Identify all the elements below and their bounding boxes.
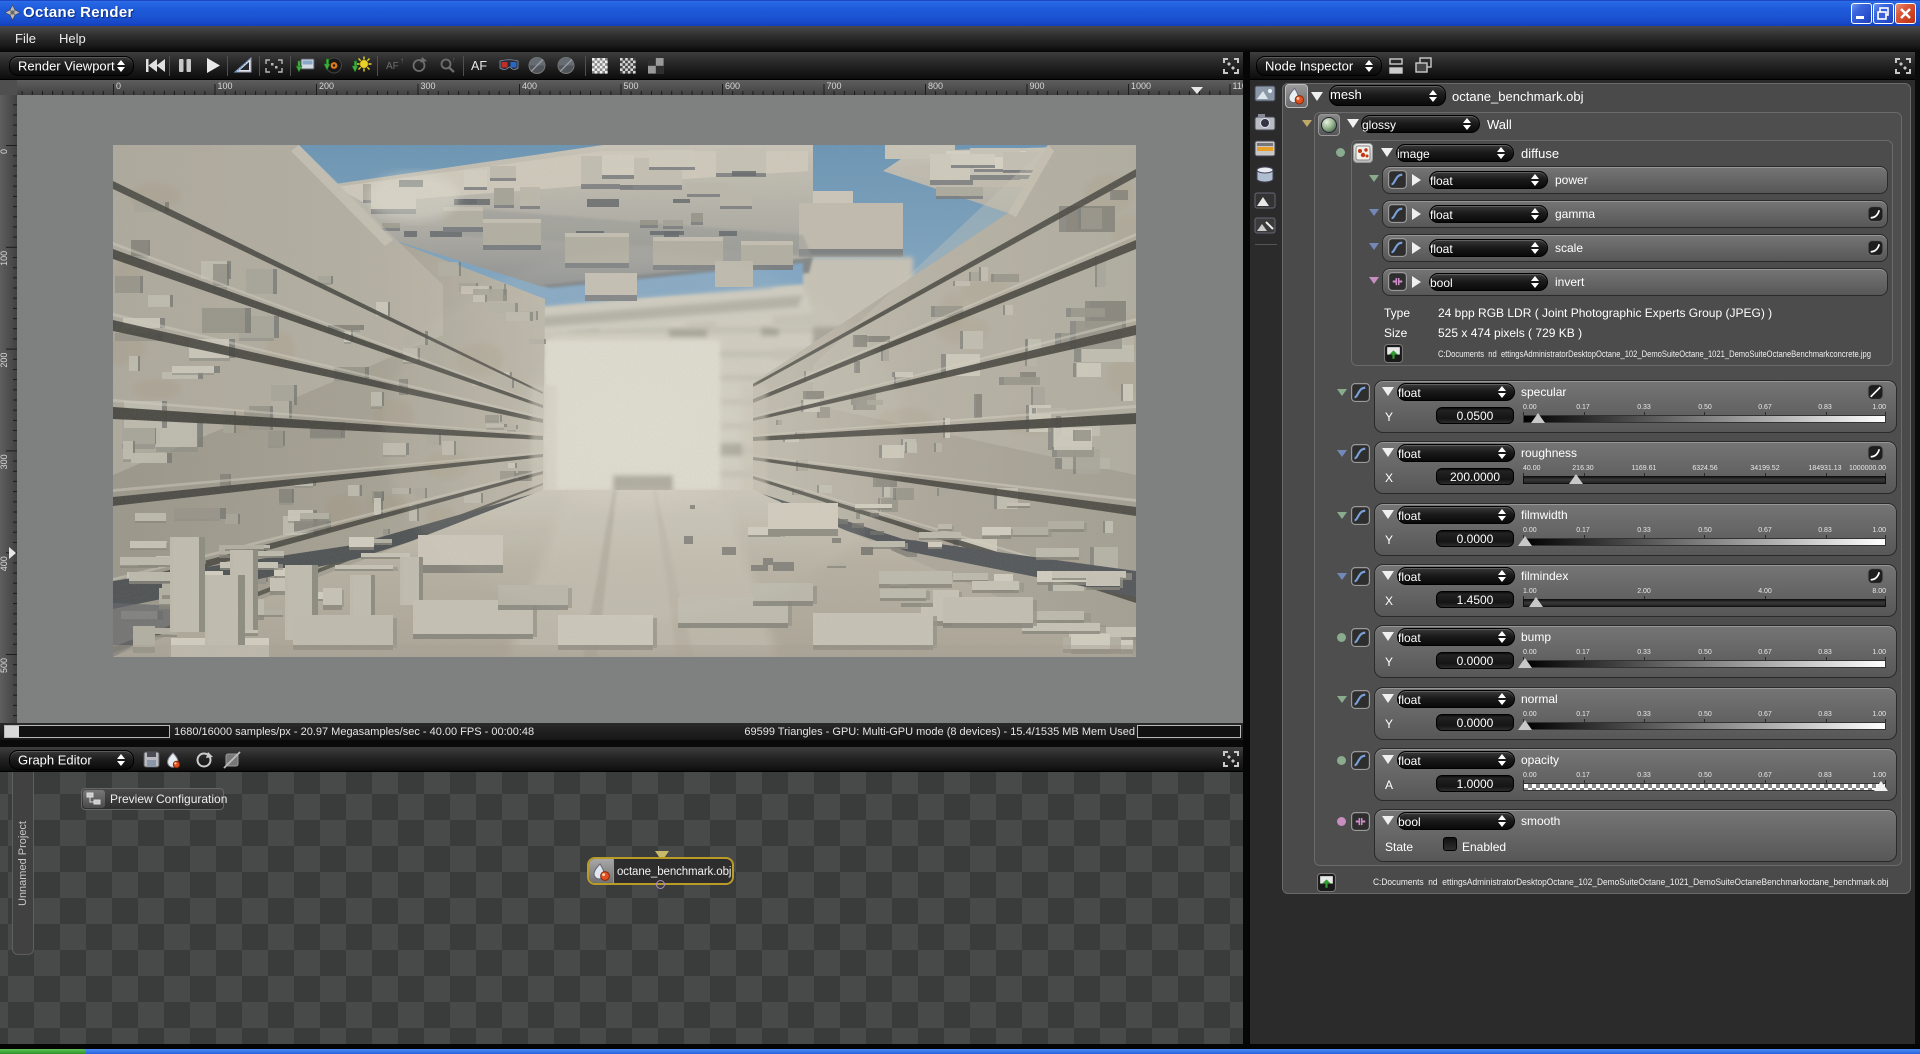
svg-text:200: 200 <box>319 81 334 91</box>
svg-text:↑: ↑ <box>452 57 456 64</box>
svg-text:900: 900 <box>1030 81 1045 91</box>
svg-text:1100: 1100 <box>1233 81 1244 91</box>
svg-text:AF: AF <box>386 61 399 72</box>
svg-text:800: 800 <box>928 81 943 91</box>
svg-text:100: 100 <box>0 251 9 266</box>
svg-text:0: 0 <box>0 149 9 154</box>
svg-text:600: 600 <box>725 81 740 91</box>
svg-text:1000: 1000 <box>1131 81 1151 91</box>
svg-text:↑: ↑ <box>400 56 404 65</box>
svg-text:100: 100 <box>218 81 233 91</box>
svg-text:AF: AF <box>471 59 487 73</box>
svg-text:400: 400 <box>0 556 9 571</box>
svg-text:300: 300 <box>421 81 436 91</box>
svg-text:300: 300 <box>0 454 9 469</box>
svg-text:400: 400 <box>522 81 537 91</box>
svg-text:700: 700 <box>827 81 842 91</box>
svg-text:500: 500 <box>0 658 9 673</box>
svg-text:200: 200 <box>0 353 9 368</box>
svg-text:500: 500 <box>624 81 639 91</box>
svg-text:0: 0 <box>116 81 121 91</box>
